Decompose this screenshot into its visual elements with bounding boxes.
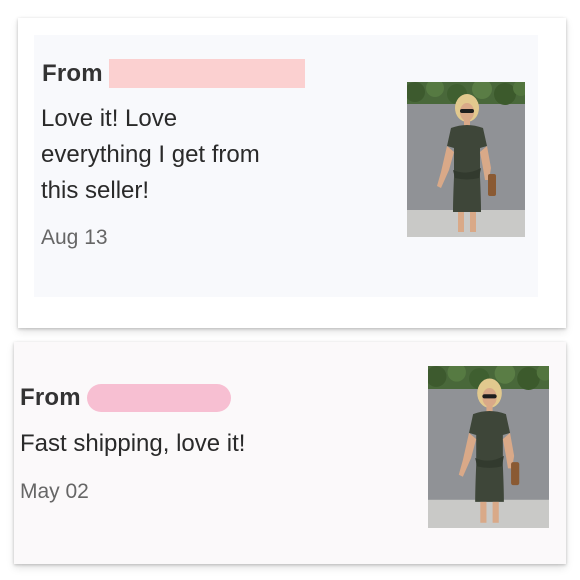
review-date: May 02 [20,480,89,503]
review-message-line: everything I get from [41,141,260,168]
review-message: Fast shipping, love it! [20,426,245,462]
from-label: From [20,384,81,411]
review-from-row: From [42,59,305,88]
review-message: Love it! Love everything I get from this… [41,101,260,209]
dress-photo-image [428,366,549,528]
review-from-row: From [20,384,231,412]
redacted-username [108,59,305,88]
review-screenshot-collage: From Love it! Love everything I get from… [0,0,580,580]
product-photo[interactable] [428,366,549,528]
dress-photo-image [407,82,525,237]
review-date: Aug 13 [41,226,108,249]
redacted-username [86,384,231,412]
review-message-line: this seller! [41,177,150,204]
review-message-line: Love it! Love [41,105,178,132]
review-card: From Love it! Love everything I get from… [18,18,566,328]
review-message-line: Fast shipping, love it! [20,430,246,457]
from-label: From [42,59,103,87]
product-photo[interactable] [407,82,525,237]
review-card: From Fast shipping, love it! May 02 [14,342,566,564]
